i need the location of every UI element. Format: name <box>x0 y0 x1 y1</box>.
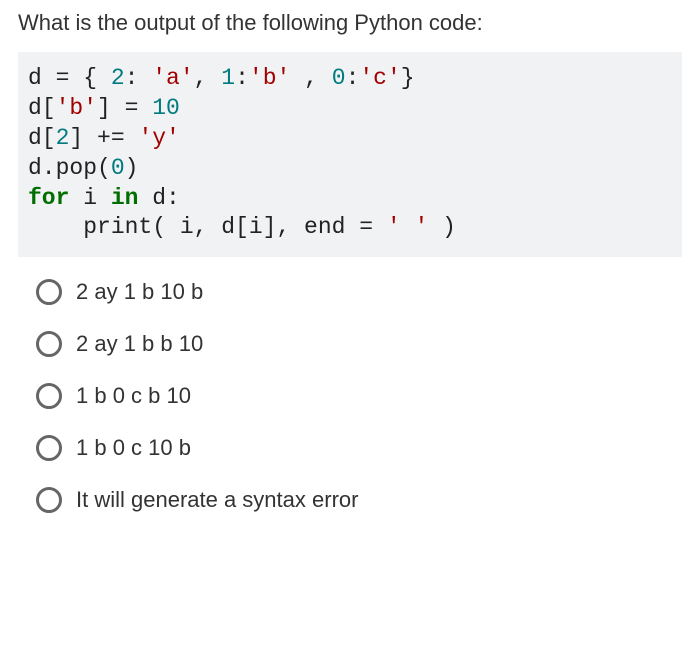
code-text: ) <box>428 214 456 240</box>
code-string: 'a' <box>152 65 193 91</box>
code-string: 'b' <box>56 95 97 121</box>
option-label: 2 ay 1 b b 10 <box>76 331 203 357</box>
radio-icon[interactable] <box>36 279 62 305</box>
code-text: d: <box>138 185 179 211</box>
question-prompt: What is the output of the following Pyth… <box>18 10 682 36</box>
code-number: 2 <box>111 65 125 91</box>
option-label: It will generate a syntax error <box>76 487 358 513</box>
code-text: i <box>69 185 110 211</box>
option-row-1[interactable]: 2 ay 1 b b 10 <box>36 331 682 357</box>
code-text: ] = <box>97 95 152 121</box>
radio-icon[interactable] <box>36 487 62 513</box>
option-row-4[interactable]: It will generate a syntax error <box>36 487 682 513</box>
code-number: 2 <box>56 125 70 151</box>
code-text: d[ <box>28 95 56 121</box>
radio-icon[interactable] <box>36 435 62 461</box>
code-text: : <box>235 65 249 91</box>
code-number: 1 <box>221 65 235 91</box>
code-text: ) <box>125 155 139 181</box>
code-number: 10 <box>152 95 180 121</box>
code-text: , <box>290 65 331 91</box>
code-number: 0 <box>111 155 125 181</box>
answer-options: 2 ay 1 b 10 b 2 ay 1 b b 10 1 b 0 c b 10… <box>18 279 682 513</box>
code-text: d.pop( <box>28 155 111 181</box>
code-text: : <box>125 65 153 91</box>
code-number: 0 <box>332 65 346 91</box>
code-text: d = { <box>28 65 111 91</box>
code-text: d[ <box>28 125 56 151</box>
code-string: 'b' <box>249 65 290 91</box>
code-keyword: for <box>28 185 69 211</box>
option-label: 1 b 0 c b 10 <box>76 383 191 409</box>
code-string: 'c' <box>359 65 400 91</box>
code-text: , <box>194 65 222 91</box>
code-text: ] += <box>69 125 138 151</box>
radio-icon[interactable] <box>36 383 62 409</box>
code-text: print( i, d[i], end = <box>28 214 387 240</box>
option-label: 1 b 0 c 10 b <box>76 435 191 461</box>
code-string: 'y' <box>138 125 179 151</box>
option-row-3[interactable]: 1 b 0 c 10 b <box>36 435 682 461</box>
option-row-0[interactable]: 2 ay 1 b 10 b <box>36 279 682 305</box>
radio-icon[interactable] <box>36 331 62 357</box>
code-block: d = { 2: 'a', 1:'b' , 0:'c'} d['b'] = 10… <box>18 52 682 257</box>
option-label: 2 ay 1 b 10 b <box>76 279 203 305</box>
code-text: } <box>401 65 415 91</box>
code-text: : <box>346 65 360 91</box>
option-row-2[interactable]: 1 b 0 c b 10 <box>36 383 682 409</box>
code-keyword: in <box>111 185 139 211</box>
code-string: ' ' <box>387 214 428 240</box>
